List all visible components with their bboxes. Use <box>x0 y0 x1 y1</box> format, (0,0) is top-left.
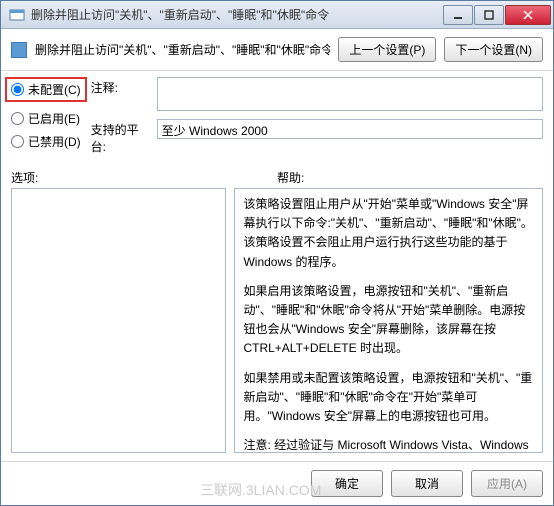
header-bar: 删除并阻止访问"关机"、"重新启动"、"睡眠"和"休眠"命令 上一个设置(P) … <box>1 29 553 71</box>
config-section: 未配置(C) 已启用(E) 已禁用(D) 注释: 支持的平台: <box>1 71 553 165</box>
radio-not-configured-input[interactable] <box>11 83 24 96</box>
help-p2: 如果启用该策略设置，电源按钮和"关机"、"重新启动"、"睡眠"和"休眠"命令将从… <box>243 282 534 359</box>
titlebar[interactable]: 删除并阻止访问"关机"、"重新启动"、"睡眠"和"休眠"命令 <box>1 1 553 29</box>
platform-label: 支持的平台: <box>91 119 151 155</box>
apply-button[interactable]: 应用(A) <box>471 470 543 497</box>
help-p1: 该策略设置阻止用户从"开始"菜单或"Windows 安全"屏幕执行以下命令:"关… <box>243 195 534 272</box>
platform-value <box>157 119 543 139</box>
radio-enabled-input[interactable] <box>11 112 24 125</box>
policy-title: 删除并阻止访问"关机"、"重新启动"、"睡眠"和"休眠"命令 <box>35 41 330 58</box>
options-pane[interactable] <box>11 188 226 453</box>
help-p3: 如果禁用或未配置该策略设置，电源按钮和"关机"、"重新启动"、"睡眠"和"休眠"… <box>243 369 534 427</box>
close-button[interactable] <box>505 5 551 25</box>
radio-disabled[interactable]: 已禁用(D) <box>11 133 81 150</box>
window-controls <box>443 5 551 25</box>
window-title: 删除并阻止访问"关机"、"重新启动"、"睡眠"和"休眠"命令 <box>31 6 443 23</box>
next-setting-button[interactable]: 下一个设置(N) <box>444 37 543 62</box>
radio-enabled[interactable]: 已启用(E) <box>11 110 81 127</box>
mid-labels: 选项: 帮助: <box>1 165 553 188</box>
prev-setting-button[interactable]: 上一个设置(P) <box>338 37 436 62</box>
content-panes: 该策略设置阻止用户从"开始"菜单或"Windows 安全"屏幕执行以下命令:"关… <box>1 188 553 461</box>
state-radios: 未配置(C) 已启用(E) 已禁用(D) <box>11 77 81 155</box>
help-label: 帮助: <box>277 169 543 186</box>
radio-not-configured-label: 未配置(C) <box>28 81 81 98</box>
policy-editor-window: 删除并阻止访问"关机"、"重新启动"、"睡眠"和"休眠"命令 删除并阻止访问"关… <box>0 0 554 506</box>
fields: 注释: 支持的平台: <box>91 77 543 155</box>
ok-button[interactable]: 确定 <box>311 470 383 497</box>
options-label: 选项: <box>11 169 277 186</box>
radio-disabled-label: 已禁用(D) <box>28 133 81 150</box>
radio-not-configured[interactable]: 未配置(C) <box>5 77 87 102</box>
help-p4: 注意: 经过验证与 Microsoft Windows Vista、Window… <box>243 436 534 453</box>
radio-enabled-label: 已启用(E) <box>28 110 80 127</box>
comment-label: 注释: <box>91 77 151 111</box>
comment-input[interactable] <box>157 77 543 111</box>
cancel-button[interactable]: 取消 <box>391 470 463 497</box>
footer: 确定 取消 应用(A) <box>1 461 553 505</box>
policy-icon <box>11 42 27 58</box>
help-pane[interactable]: 该策略设置阻止用户从"开始"菜单或"Windows 安全"屏幕执行以下命令:"关… <box>234 188 543 453</box>
radio-disabled-input[interactable] <box>11 135 24 148</box>
maximize-button[interactable] <box>474 5 504 25</box>
app-icon <box>9 7 25 23</box>
minimize-button[interactable] <box>443 5 473 25</box>
